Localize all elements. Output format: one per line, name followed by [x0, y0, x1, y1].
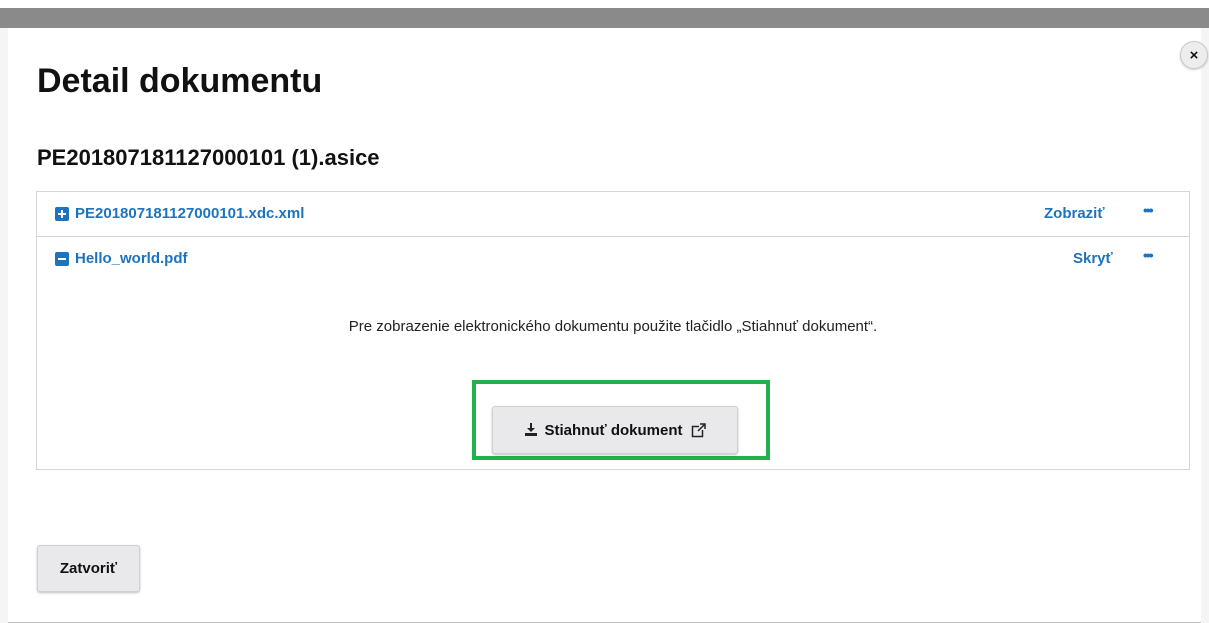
file-row-xml: PE201807181127000101.xdc.xml Zobraziť ••…: [37, 192, 1189, 237]
file-link-xml[interactable]: PE201807181127000101.xdc.xml: [75, 205, 304, 222]
close-button[interactable]: Zatvoriť: [37, 545, 140, 592]
plus-square-icon[interactable]: [55, 207, 69, 221]
external-link-icon: [691, 422, 706, 437]
show-link[interactable]: Zobraziť: [1044, 205, 1105, 222]
page-title: Detail dokumentu: [37, 62, 323, 100]
close-icon[interactable]: ×: [1180, 41, 1208, 69]
more-options-icon[interactable]: •••: [1143, 247, 1154, 263]
more-options-icon[interactable]: •••: [1143, 202, 1154, 218]
window-top-area: [0, 0, 1209, 28]
download-icon: [525, 423, 538, 436]
files-panel: PE201807181127000101.xdc.xml Zobraziť ••…: [36, 191, 1190, 470]
document-detail-modal: × Detail dokumentu PE201807181127000101 …: [8, 28, 1208, 623]
top-overlay-strip: [0, 8, 1209, 28]
container-filename: PE201807181127000101 (1).asice: [37, 145, 380, 170]
minus-square-icon[interactable]: [55, 252, 69, 266]
download-document-button[interactable]: Stiahnuť dokument: [492, 406, 738, 454]
download-info-text: Pre zobrazenie elektronického dokumentu …: [348, 318, 878, 335]
file-row-pdf: Hello_world.pdf Skryť •••: [37, 237, 1189, 281]
hide-link[interactable]: Skryť: [1073, 250, 1113, 267]
download-button-label: Stiahnuť dokument: [544, 421, 683, 439]
file-link-pdf[interactable]: Hello_world.pdf: [75, 250, 188, 267]
